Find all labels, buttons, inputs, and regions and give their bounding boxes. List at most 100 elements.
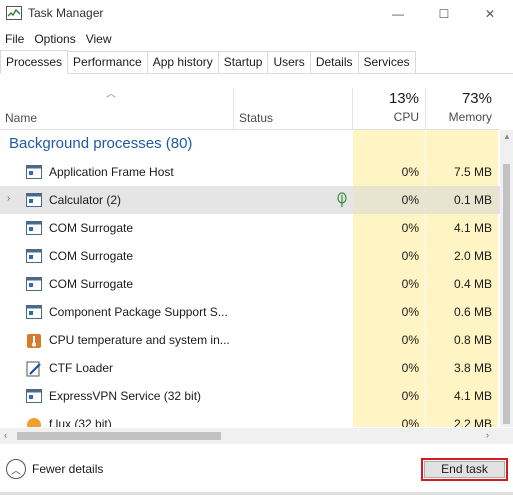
task-manager-icon <box>6 6 22 20</box>
process-cpu: 0% <box>401 165 419 179</box>
window-app-icon <box>26 277 42 291</box>
process-name: f.lux (32 bit) <box>49 417 112 427</box>
window-app-icon <box>26 221 42 235</box>
column-divider[interactable] <box>233 88 234 130</box>
scroll-right-icon[interactable]: › <box>486 430 489 440</box>
column-header: ︿ Name Status 13% CPU 73% Memory <box>0 75 500 130</box>
fewer-details-link[interactable]: Fewer details <box>32 462 103 476</box>
menu-file[interactable]: File <box>0 30 29 48</box>
process-cpu: 0% <box>401 333 419 347</box>
vertical-scroll-thumb[interactable] <box>503 164 510 424</box>
tab-performance[interactable]: Performance <box>67 51 148 73</box>
process-list: Background processes (80) Application Fr… <box>0 130 500 427</box>
cpu-column-label: CPU <box>393 110 419 124</box>
process-cpu: 0% <box>401 249 419 263</box>
footer: ︿ Fewer details End task <box>0 444 513 495</box>
leaf-suspended-icon <box>337 192 347 208</box>
memory-total-percent: 73% <box>461 90 492 107</box>
group-label: Background processes (80) <box>9 135 193 152</box>
pen-app-icon <box>26 361 42 377</box>
process-row[interactable]: COM Surrogate 0% 2.0 MB <box>0 242 500 270</box>
process-cpu: 0% <box>401 193 419 207</box>
process-row[interactable]: COM Surrogate 0% 4.1 MB <box>0 214 500 242</box>
memory-column-label: Memory <box>448 110 492 124</box>
process-memory: 4.1 MB <box>453 221 492 235</box>
process-memory: 3.8 MB <box>453 361 492 375</box>
process-row[interactable]: › Calculator (2) 0% 0.1 MB <box>0 186 500 214</box>
process-name: COM Surrogate <box>49 249 134 263</box>
tab-details[interactable]: Details <box>309 51 359 73</box>
cpu-total-percent: 13% <box>388 90 419 107</box>
process-rows: Application Frame Host 0% 7.5 MB › Calculato… <box>0 158 500 427</box>
process-cpu: 0% <box>401 389 419 403</box>
process-memory: 2.0 MB <box>453 249 492 263</box>
process-row[interactable]: Application Frame Host 0% 7.5 MB <box>0 158 500 186</box>
process-memory: 0.6 MB <box>453 305 492 319</box>
window-app-icon <box>26 193 42 207</box>
window-title: Task Manager <box>28 6 104 20</box>
process-name: Application Frame Host <box>49 165 174 179</box>
minimize-button[interactable]: — <box>375 0 421 28</box>
process-name: ExpressVPN Service (32 bit) <box>49 389 202 403</box>
group-header-background[interactable]: Background processes (80) <box>0 130 500 158</box>
process-cpu: 0% <box>401 305 419 319</box>
process-cpu: 0% <box>401 417 419 427</box>
process-memory: 4.1 MB <box>453 389 492 403</box>
process-memory: 0.1 MB <box>453 193 492 207</box>
scrollbar-corner <box>500 428 513 444</box>
process-row[interactable]: ExpressVPN Service (32 bit) 0% 4.1 MB <box>0 382 500 410</box>
tab-services[interactable]: Services <box>357 51 416 73</box>
sort-ascending-icon: ︿ <box>106 89 116 100</box>
column-status-header[interactable]: Status <box>239 111 273 125</box>
process-memory: 2.2 MB <box>453 417 492 427</box>
window-app-icon <box>26 249 42 263</box>
title-bar: Task Manager — ☐ ✕ <box>0 0 513 28</box>
process-cpu: 0% <box>401 221 419 235</box>
process-row[interactable]: f.lux (32 bit) 0% 2.2 MB <box>0 410 500 427</box>
column-cpu-header[interactable]: 13% CPU <box>353 75 425 130</box>
flux-app-icon <box>26 417 42 427</box>
menu-view[interactable]: View <box>81 30 117 48</box>
tab-processes[interactable]: Processes <box>0 50 69 74</box>
process-name: COM Surrogate <box>49 277 134 291</box>
tab-app-history[interactable]: App history <box>146 51 219 73</box>
close-icon: ✕ <box>484 7 496 21</box>
tab-users[interactable]: Users <box>267 51 311 73</box>
process-row[interactable]: CPU temperature and system in... 0% 0.8 MB <box>0 326 500 354</box>
close-button[interactable]: ✕ <box>467 0 513 28</box>
process-name: CPU temperature and system in... <box>49 333 230 347</box>
process-memory: 0.8 MB <box>453 333 492 347</box>
column-name-header[interactable]: Name <box>5 111 37 125</box>
menu-bar: File Options View <box>0 30 117 48</box>
cpu-cell-bg <box>353 130 425 158</box>
process-cpu: 0% <box>401 361 419 375</box>
process-cpu: 0% <box>401 277 419 291</box>
maximize-button[interactable]: ☐ <box>421 0 467 28</box>
chevron-up-circle-icon[interactable]: ︿ <box>6 459 26 479</box>
column-memory-header[interactable]: 73% Memory <box>426 75 498 130</box>
minimize-icon: — <box>392 7 404 21</box>
tab-bar: Processes Performance App history Startu… <box>0 50 513 74</box>
process-name: Component Package Support S... <box>49 305 228 319</box>
process-memory: 0.4 MB <box>453 277 492 291</box>
process-name: CTF Loader <box>49 361 114 375</box>
process-row[interactable]: COM Surrogate 0% 0.4 MB <box>0 270 500 298</box>
vertical-scrollbar[interactable]: ▲ <box>500 130 513 427</box>
memory-cell-bg <box>426 130 498 158</box>
process-row[interactable]: CTF Loader 0% 3.8 MB <box>0 354 500 382</box>
process-row[interactable]: Component Package Support S... 0% 0.6 MB <box>0 298 500 326</box>
window-app-icon <box>26 165 42 179</box>
maximize-icon: ☐ <box>438 7 450 21</box>
window-app-icon <box>26 305 42 319</box>
process-name: COM Surrogate <box>49 221 134 235</box>
horizontal-scroll-thumb[interactable] <box>17 432 221 440</box>
process-name: Calculator (2) <box>49 193 122 207</box>
scroll-left-icon[interactable]: ‹ <box>4 430 7 440</box>
tab-startup[interactable]: Startup <box>217 51 269 73</box>
horizontal-scrollbar[interactable]: ‹ › <box>0 428 500 444</box>
scroll-up-icon[interactable]: ▲ <box>503 132 511 141</box>
expand-chevron-icon[interactable]: › <box>7 193 10 204</box>
menu-options[interactable]: Options <box>29 30 80 48</box>
window-app-icon <box>26 389 42 403</box>
end-task-button[interactable]: End task <box>424 461 505 478</box>
